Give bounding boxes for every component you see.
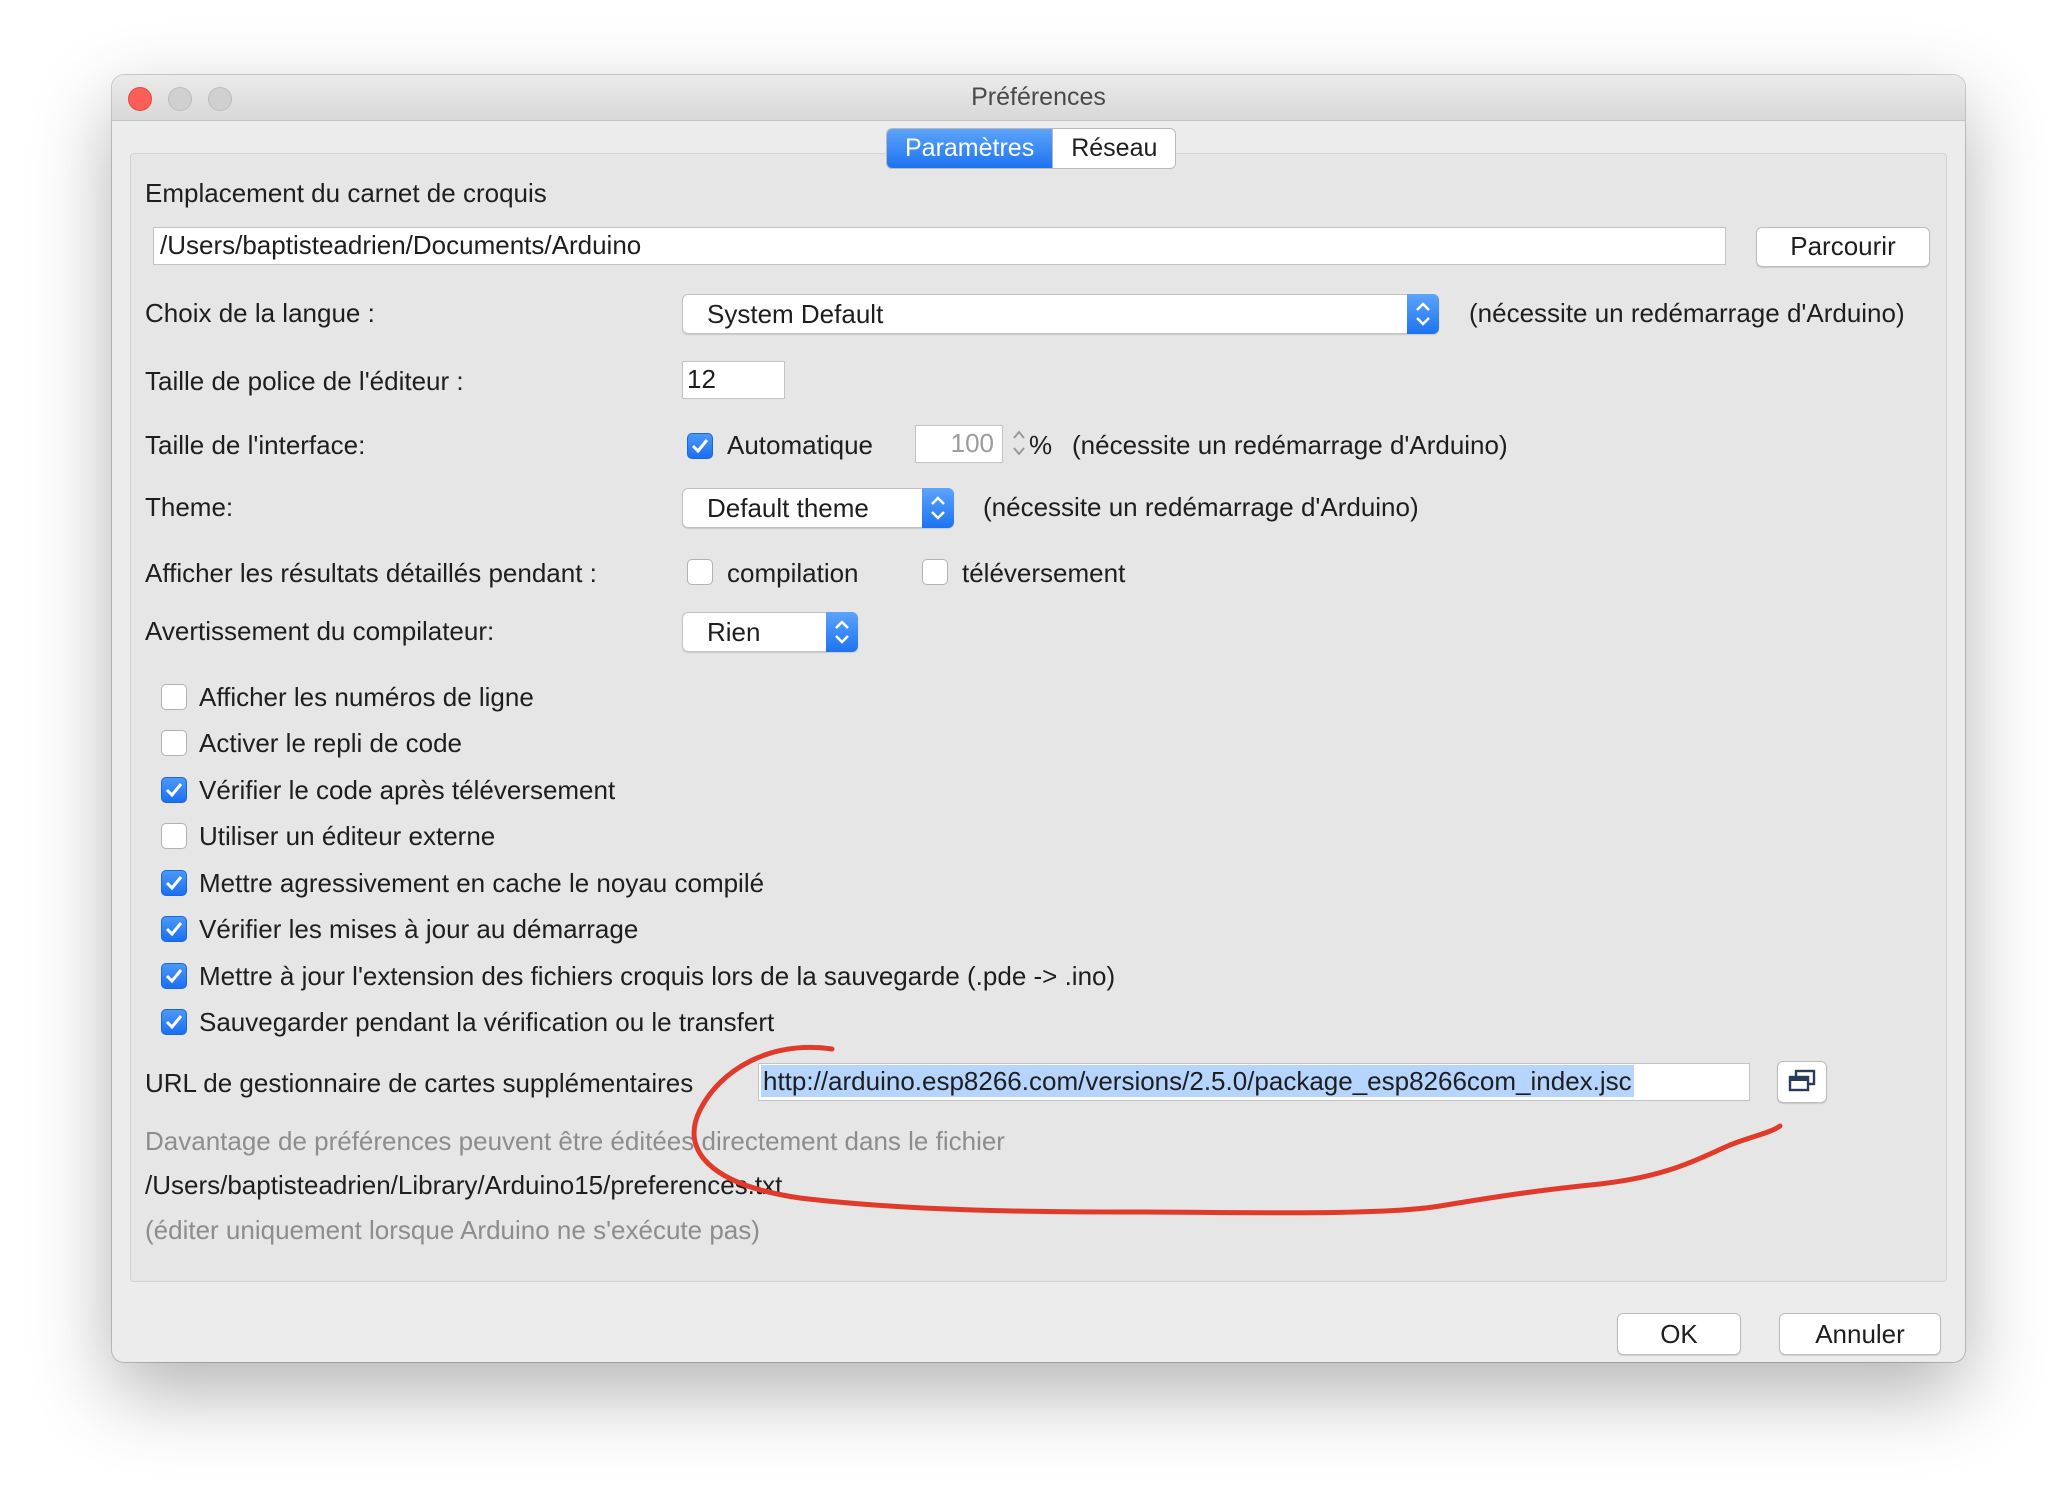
option-checkbox-check-updates[interactable] bbox=[161, 916, 187, 942]
language-note: (nécessite un redémarrage d'Arduino) bbox=[1469, 298, 1905, 328]
theme-select[interactable]: Default theme bbox=[682, 488, 954, 528]
language-select[interactable]: System Default bbox=[682, 294, 1439, 334]
option-checkbox-cache-core[interactable] bbox=[161, 870, 187, 896]
language-select-value: System Default bbox=[707, 299, 884, 329]
scale-stepper[interactable] bbox=[1008, 425, 1030, 461]
stepper-arrows-icon bbox=[1013, 430, 1025, 456]
open-url-editor-button[interactable] bbox=[1777, 1061, 1827, 1103]
more-prefs-info: Davantage de préférences peuvent être éd… bbox=[145, 1126, 1005, 1156]
browse-button[interactable]: Parcourir bbox=[1756, 227, 1930, 267]
option-label: Mettre agressivement en cache le noyau c… bbox=[199, 868, 765, 898]
theme-note: (nécessite un redémarrage d'Arduino) bbox=[983, 492, 1419, 522]
cancel-button[interactable]: Annuler bbox=[1779, 1313, 1941, 1355]
option-checkbox-line-numbers[interactable] bbox=[161, 684, 187, 710]
preferences-file-path: /Users/baptisteadrien/Library/Arduino15/… bbox=[145, 1170, 783, 1200]
interface-size-label: Taille de l'interface: bbox=[145, 430, 366, 460]
theme-select-value: Default theme bbox=[707, 493, 869, 523]
windows-icon bbox=[1788, 1069, 1816, 1092]
auto-scale-checkbox[interactable] bbox=[687, 433, 713, 459]
option-label: Afficher les numéros de ligne bbox=[199, 682, 534, 712]
checkmark-icon bbox=[165, 783, 183, 798]
chevron-updown-icon bbox=[922, 488, 954, 528]
tab-bar: Paramètres Réseau bbox=[886, 128, 1177, 169]
title-bar: Préférences bbox=[112, 75, 1965, 121]
sketchbook-path-field[interactable]: /Users/baptisteadrien/Documents/Arduino bbox=[153, 227, 1726, 265]
boards-url-field[interactable]: http://arduino.esp8266.com/versions/2.5.… bbox=[758, 1063, 1750, 1101]
warnings-label: Avertissement du compilateur: bbox=[145, 616, 495, 646]
checkmark-icon bbox=[165, 876, 183, 891]
font-size-label: Taille de police de l'éditeur : bbox=[145, 366, 464, 396]
chevron-updown-icon bbox=[826, 612, 858, 652]
verbose-upload-label: téléversement bbox=[962, 558, 1126, 588]
option-label: Mettre à jour l'extension des fichiers c… bbox=[199, 961, 1116, 991]
option-label: Vérifier le code après téléversement bbox=[199, 775, 616, 805]
verbose-upload-checkbox[interactable] bbox=[922, 559, 948, 585]
interface-scale-field[interactable]: 100 bbox=[915, 425, 1003, 463]
option-label: Utiliser un éditeur externe bbox=[199, 821, 496, 851]
option-label: Activer le repli de code bbox=[199, 728, 463, 758]
boards-url-label: URL de gestionnaire de cartes supplément… bbox=[145, 1068, 694, 1098]
interface-size-note: (nécessite un redémarrage d'Arduino) bbox=[1072, 430, 1508, 460]
verbose-compile-checkbox[interactable] bbox=[687, 559, 713, 585]
preferences-window: Préférences Paramètres Réseau Emplacemen… bbox=[112, 75, 1965, 1362]
checkmark-icon bbox=[165, 969, 183, 984]
percent-sign: % bbox=[1029, 430, 1053, 460]
checkmark-icon bbox=[165, 1015, 183, 1030]
ok-button[interactable]: OK bbox=[1617, 1313, 1741, 1355]
warnings-select-value: Rien bbox=[707, 617, 761, 647]
option-label: Vérifier les mises à jour au démarrage bbox=[199, 914, 639, 944]
option-label: Sauvegarder pendant la vérification ou l… bbox=[199, 1007, 775, 1037]
sketchbook-label: Emplacement du carnet de croquis bbox=[145, 178, 547, 208]
option-checkbox-external-editor[interactable] bbox=[161, 823, 187, 849]
language-label: Choix de la langue : bbox=[145, 298, 375, 328]
boards-url-value: http://arduino.esp8266.com/versions/2.5.… bbox=[761, 1065, 1634, 1097]
checkmark-icon bbox=[165, 922, 183, 937]
window-title: Préférences bbox=[971, 83, 1106, 111]
settings-panel: Emplacement du carnet de croquis /Users/… bbox=[130, 153, 1947, 1282]
edit-note: (éditer uniquement lorsque Arduino ne s'… bbox=[145, 1215, 760, 1245]
theme-label: Theme: bbox=[145, 492, 234, 522]
verbose-compile-label: compilation bbox=[727, 558, 859, 588]
tab-parametres[interactable]: Paramètres bbox=[887, 129, 1053, 168]
option-checkbox-update-extension[interactable] bbox=[161, 963, 187, 989]
warnings-select[interactable]: Rien bbox=[682, 612, 858, 652]
font-size-field[interactable]: 12 bbox=[682, 361, 785, 399]
tab-reseau[interactable]: Réseau bbox=[1052, 129, 1176, 168]
auto-scale-label: Automatique bbox=[727, 430, 873, 460]
chevron-updown-icon bbox=[1407, 294, 1439, 334]
verbose-label: Afficher les résultats détaillés pendant… bbox=[145, 558, 597, 588]
option-checkbox-save-on-verify[interactable] bbox=[161, 1009, 187, 1035]
option-checkbox-verify-upload[interactable] bbox=[161, 777, 187, 803]
checkmark-icon bbox=[691, 439, 709, 454]
option-checkbox-code-folding[interactable] bbox=[161, 730, 187, 756]
